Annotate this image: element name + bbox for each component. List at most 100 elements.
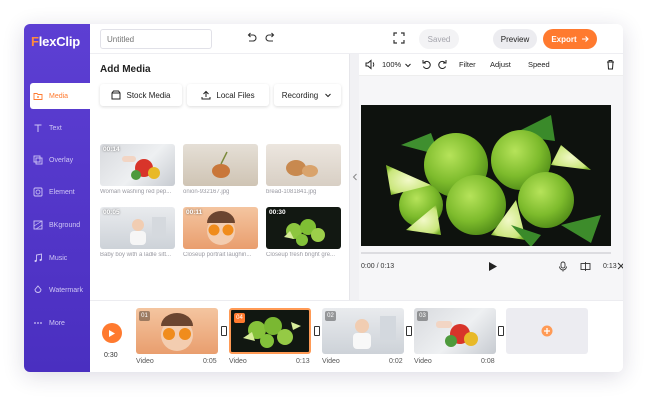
- recording-dropdown[interactable]: Recording: [274, 84, 341, 106]
- text-icon: [34, 124, 42, 132]
- thumb-caption: Baby boy with a ladle sitt...: [100, 252, 172, 258]
- export-button[interactable]: Export: [543, 29, 597, 49]
- overlay-icon: [33, 155, 43, 165]
- clip-label: Video: [322, 358, 340, 365]
- sidebar-item-more[interactable]: More: [24, 310, 90, 336]
- music-icon: [34, 253, 42, 263]
- transition-handle[interactable]: [314, 326, 320, 336]
- transition-handle[interactable]: [498, 326, 504, 336]
- play-icon[interactable]: [488, 261, 498, 272]
- trash-icon[interactable]: [605, 59, 616, 70]
- stock-media-button[interactable]: Stock Media: [100, 84, 182, 106]
- thumb-image: [286, 160, 318, 177]
- flexclip-logo[interactable]: FlexClip: [31, 34, 80, 49]
- timeline-clip-01[interactable]: 01: [136, 308, 218, 354]
- sidebar-item-media[interactable]: Media: [30, 83, 90, 109]
- split-icon[interactable]: [580, 261, 591, 272]
- thumb-caption: onion-932167.jpg: [183, 189, 230, 195]
- media-thumb-woman-washing[interactable]: 00:14: [100, 144, 175, 186]
- media-thumb-limes[interactable]: 00:30: [266, 207, 341, 249]
- more-icon: [34, 322, 42, 324]
- sidebar: FlexClip Media Text Overlay Element BKgr…: [24, 24, 90, 372]
- redo-icon[interactable]: [265, 32, 277, 44]
- chevron-down-icon[interactable]: [404, 61, 412, 69]
- add-clip-button[interactable]: [506, 308, 588, 354]
- clip-label: Video: [229, 358, 247, 365]
- app-window: FlexClip Media Text Overlay Element BKgr…: [24, 24, 623, 372]
- preview-toolbar: 100% Filter Adjust Speed: [359, 54, 623, 76]
- media-panel: Add Media Stock Media Local Files Record…: [90, 54, 349, 300]
- microphone-icon[interactable]: [558, 261, 568, 272]
- sidebar-item-overlay[interactable]: Overlay: [24, 147, 90, 173]
- chevron-left-icon: [352, 173, 357, 181]
- sidebar-item-label: Media: [49, 92, 69, 100]
- stock-icon: [111, 90, 121, 100]
- transition-handle[interactable]: [406, 326, 412, 336]
- sidebar-item-music[interactable]: Music: [24, 245, 90, 271]
- local-files-button[interactable]: Local Files: [187, 84, 269, 106]
- volume-icon[interactable]: [365, 59, 376, 70]
- playback-progress[interactable]: [361, 252, 611, 254]
- clip-duration: 0:13: [603, 263, 617, 270]
- speed-button[interactable]: Speed: [528, 60, 550, 69]
- sidebar-item-label: More: [49, 319, 65, 327]
- rotate-right-icon[interactable]: [437, 59, 448, 70]
- sidebar-item-text[interactable]: Text: [24, 115, 90, 141]
- clip-duration: 0:13: [296, 358, 310, 365]
- project-title-input[interactable]: [100, 29, 212, 49]
- timeline: 0:30 01 Video 0:05 04 Video 0:13 02 Vide…: [90, 300, 623, 372]
- panel-title: Add Media: [100, 64, 151, 75]
- media-thumb-bread[interactable]: [266, 144, 341, 186]
- fullscreen-icon[interactable]: [393, 32, 405, 44]
- sidebar-item-label: Music: [49, 254, 68, 262]
- element-icon: [33, 187, 43, 197]
- arrow-right-icon: [581, 36, 589, 42]
- playback-time: 0:00 / 0:13: [361, 263, 395, 270]
- undo-icon[interactable]: [245, 32, 257, 44]
- sidebar-item-background[interactable]: BKground: [24, 212, 90, 238]
- video-frame-limes: [361, 105, 611, 246]
- thumb-caption: Closeup portrait laughin...: [183, 252, 252, 258]
- thumb-image: [212, 151, 230, 178]
- transition-handle[interactable]: [221, 326, 227, 336]
- adjust-button[interactable]: Adjust: [490, 60, 511, 69]
- total-duration: 0:30: [104, 352, 118, 359]
- chevron-down-icon: [325, 93, 332, 98]
- top-bar: Saved Preview Export: [90, 24, 623, 54]
- preview-area: 100% Filter Adjust Speed 0:00 / 0:13 0:1…: [359, 54, 623, 300]
- media-thumb-laughing-girl[interactable]: 00:11: [183, 207, 258, 249]
- upload-icon: [201, 90, 211, 100]
- clip-label: Video: [136, 358, 154, 365]
- sidebar-item-element[interactable]: Element: [24, 179, 90, 205]
- thumb-caption: Woman washing red pep...: [100, 189, 172, 195]
- timeline-clip-03[interactable]: 03: [414, 308, 496, 354]
- sidebar-item-label: Overlay: [49, 156, 74, 164]
- timeline-clip-04[interactable]: 04: [229, 308, 311, 354]
- zoom-level[interactable]: 100%: [382, 60, 401, 69]
- timeline-clip-02[interactable]: 02: [322, 308, 404, 354]
- clip-duration: 0:02: [389, 358, 403, 365]
- filter-button[interactable]: Filter: [459, 60, 476, 69]
- folder-icon: [33, 93, 43, 100]
- clip-label: Video: [414, 358, 432, 365]
- video-preview[interactable]: [361, 105, 611, 246]
- saved-status: Saved: [419, 29, 459, 49]
- sidebar-item-label: Text: [49, 124, 62, 132]
- close-icon[interactable]: [617, 262, 623, 270]
- clip-duration: 0:05: [203, 358, 217, 365]
- sidebar-item-label: Watermark: [49, 286, 83, 294]
- play-icon: [109, 329, 115, 337]
- media-thumb-baby-ladle[interactable]: 00:05: [100, 207, 175, 249]
- sidebar-item-watermark[interactable]: Watermark: [24, 277, 90, 303]
- plus-icon: [541, 325, 553, 337]
- watermark-icon: [34, 285, 42, 293]
- preview-button[interactable]: Preview: [493, 29, 537, 49]
- timeline-play-button[interactable]: [102, 323, 122, 343]
- thumb-caption: bread-1081841.jpg: [266, 189, 317, 195]
- media-thumb-onion[interactable]: [183, 144, 258, 186]
- sidebar-item-label: Element: [49, 188, 75, 196]
- thumb-caption: Closeup fresh bright gre...: [266, 252, 336, 258]
- clip-duration: 0:08: [481, 358, 495, 365]
- collapse-panel-handle[interactable]: [349, 54, 359, 300]
- rotate-left-icon[interactable]: [421, 59, 432, 70]
